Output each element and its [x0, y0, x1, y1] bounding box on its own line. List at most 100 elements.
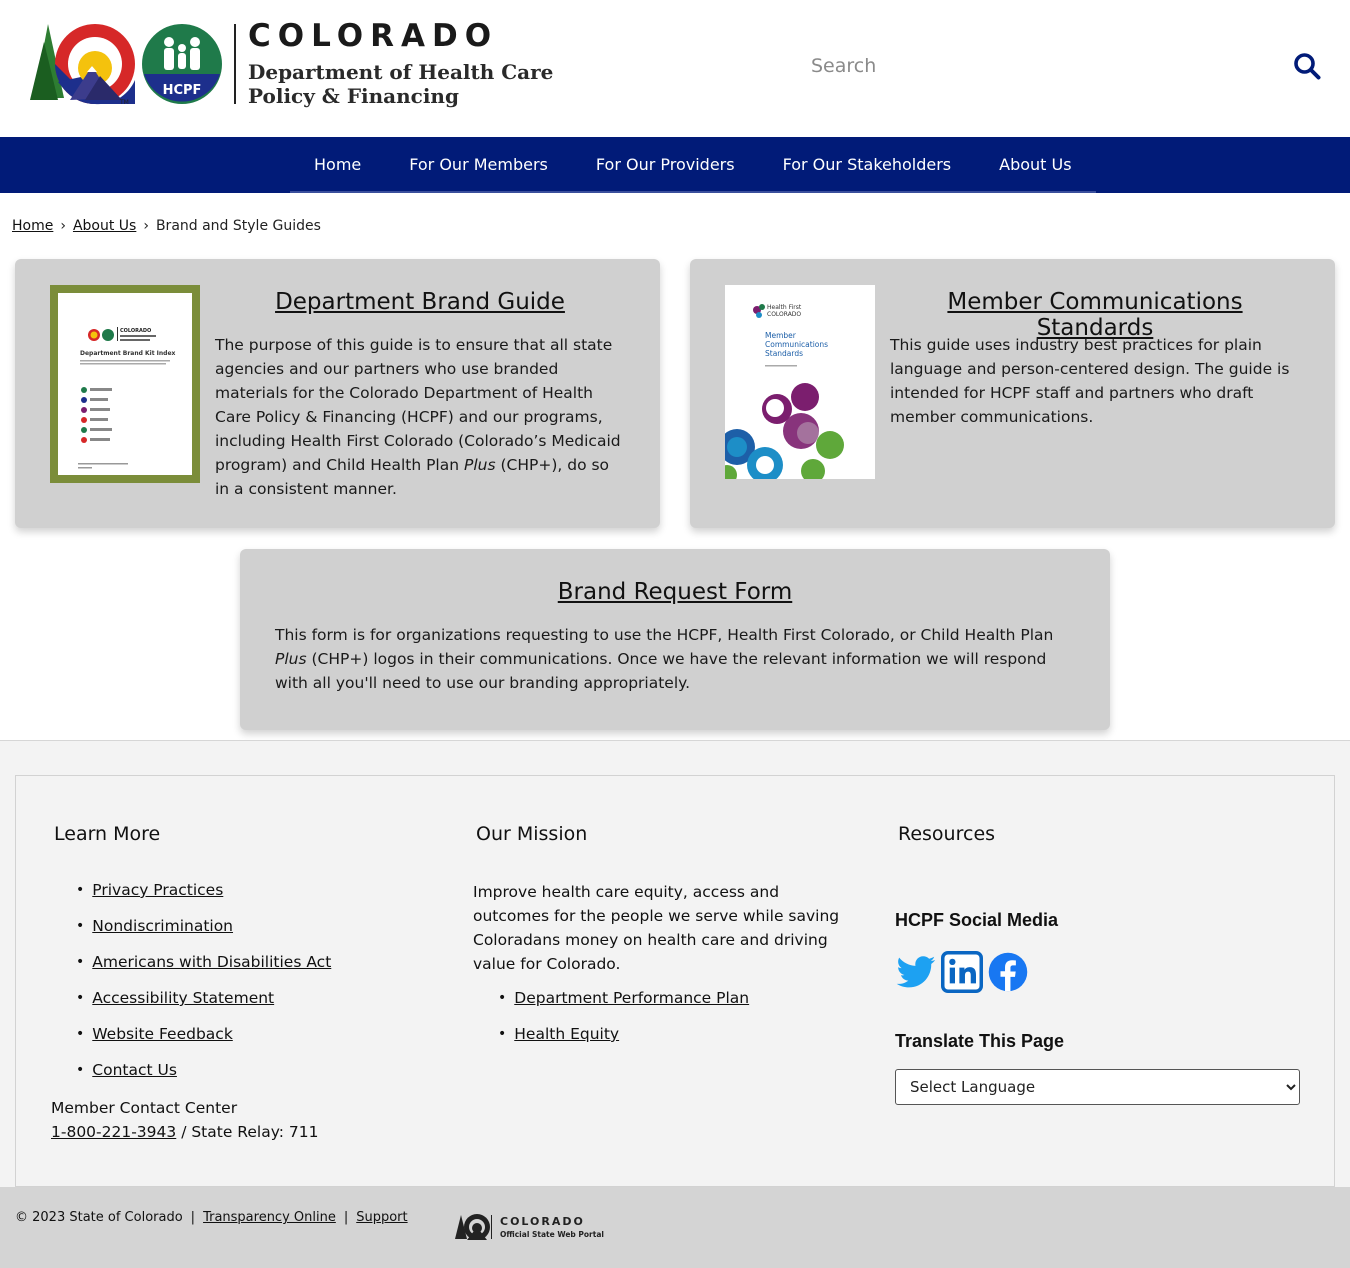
logo-divider [234, 24, 236, 104]
language-select[interactable]: Select Language [895, 1069, 1300, 1105]
brand-guide-text-part: The purpose of this guide is to ensure t… [215, 336, 621, 474]
svg-text:COLORADO: COLORADO [767, 311, 801, 318]
list-item: • Accessibility Statement [76, 980, 331, 1016]
nav-for-our-stakeholders[interactable]: For Our Stakeholders [759, 137, 976, 191]
ada-link[interactable]: Americans with Disabilities Act [92, 944, 331, 980]
support-link[interactable]: Support [356, 1210, 407, 1225]
brand-guide-description: The purpose of this guide is to ensure t… [215, 333, 625, 501]
contact-phone-link[interactable]: 1-800-221-3943 [51, 1123, 176, 1141]
brand-guide-thumbnail[interactable]: COLORADO Department Brand Kit Index [50, 285, 200, 483]
svg-text:TM: TM [119, 99, 129, 106]
search-input[interactable] [796, 44, 1276, 88]
site-header: TM HCPF COLORADO Department of Health Ca… [0, 0, 1350, 137]
search-button[interactable] [1290, 50, 1324, 84]
bullet: • [76, 1062, 85, 1078]
mission-statement: Improve health care equity, access and o… [473, 883, 840, 973]
breadcrumb-current: Brand and Style Guides [155, 218, 321, 234]
brand-request-text-italic: Plus [275, 650, 307, 668]
list-item: • Contact Us [76, 1052, 331, 1088]
hcpf-logo-icon: HCPF [142, 24, 222, 104]
our-mission-heading: Our Mission [476, 823, 588, 845]
resources-heading: Resources [898, 823, 996, 845]
state-relay-text: / State Relay: 711 [176, 1123, 319, 1141]
member-comms-description: This guide uses industry best practices … [890, 336, 1290, 426]
brand-request-text-part: (CHP+) logos in their communications. On… [275, 650, 1047, 692]
nondiscrimination-link[interactable]: Nondiscrimination [92, 908, 233, 944]
colorado-portal-logo[interactable]: COLORADO Official State Web Portal [455, 1211, 604, 1243]
copyright-line: © 2023 State of Colorado | Transparency … [15, 1210, 408, 1225]
bullet: • [76, 990, 85, 1006]
separator: | [190, 1210, 196, 1225]
linkedin-icon[interactable] [941, 951, 983, 993]
breadcrumb-about-us[interactable]: About Us [73, 218, 136, 234]
member-comms-thumbnail[interactable]: Health First COLORADO Member Communicati… [725, 285, 875, 479]
member-comms-card: Health First COLORADO Member Communicati… [690, 259, 1335, 528]
twitter-icon[interactable] [895, 951, 937, 993]
breadcrumb: Home › About Us › Brand and Style Guides [12, 218, 321, 234]
main-nav: Home For Our Members For Our Providers F… [0, 137, 1350, 193]
search-icon [1294, 52, 1321, 79]
member-contact-center: Member Contact Center 1-800-221-3943 / S… [51, 1096, 319, 1144]
transparency-online-link[interactable]: Transparency Online [203, 1210, 336, 1225]
logo-department-name: Department of Health Care Policy & Finan… [248, 60, 554, 108]
website-feedback-link[interactable]: Website Feedback [92, 1016, 233, 1052]
brand-guide-text-italic: Plus [463, 456, 496, 474]
brand-request-title-link[interactable]: Brand Request Form [240, 579, 1110, 605]
nav-about-us[interactable]: About Us [975, 137, 1095, 191]
footer-bottom-bar: © 2023 State of Colorado | Transparency … [0, 1187, 1350, 1268]
bullet: • [76, 1026, 85, 1042]
chevron-right-icon: › [60, 218, 66, 234]
list-item: • Nondiscrimination [76, 908, 331, 944]
contact-phone-line: 1-800-221-3943 / State Relay: 711 [51, 1120, 319, 1144]
bullet: • [498, 990, 507, 1006]
nav-home[interactable]: Home [290, 137, 385, 191]
brand-guide-card: COLORADO Department Brand Kit Index Depa… [15, 259, 660, 528]
bullet: • [76, 882, 85, 898]
bullet: • [498, 1026, 507, 1042]
bullet: • [76, 954, 85, 970]
translate-heading: Translate This Page [895, 1031, 1065, 1051]
contact-label: Member Contact Center [51, 1099, 238, 1117]
list-item: • Americans with Disabilities Act [76, 944, 331, 980]
portal-title: COLORADO [500, 1215, 585, 1228]
accessibility-statement-link[interactable]: Accessibility Statement [92, 980, 274, 1016]
social-media-heading: HCPF Social Media [895, 910, 1059, 930]
brand-guide-title-link[interactable]: Department Brand Guide [215, 289, 625, 315]
contact-us-link[interactable]: Contact Us [92, 1052, 177, 1088]
nav-for-our-members[interactable]: For Our Members [385, 137, 572, 191]
list-item: • Health Equity [498, 1016, 749, 1052]
brand-request-text-part: This form is for organizations requestin… [275, 626, 1054, 644]
search-bar [796, 44, 1336, 88]
brand-request-description: This form is for organizations requestin… [275, 623, 1075, 695]
hcpf-badge-text: HCPF [163, 83, 202, 98]
brand-guide-cover-image: COLORADO Department Brand Kit Index [78, 327, 176, 469]
member-comms-cover-title: Member Communications Standards [765, 331, 829, 358]
portal-subtitle: Official State Web Portal [500, 1230, 604, 1239]
breadcrumb-home[interactable]: Home [12, 218, 53, 234]
nav-for-our-providers[interactable]: For Our Providers [572, 137, 759, 191]
logo-state-name: COLORADO [248, 18, 499, 54]
separator: | [343, 1210, 349, 1225]
list-item: • Department Performance Plan [498, 980, 749, 1016]
privacy-practices-link[interactable]: Privacy Practices [92, 872, 223, 908]
svg-text:Health First: Health First [767, 304, 802, 311]
colorado-portal-logo-icon [455, 1214, 492, 1240]
main-nav-list: Home For Our Members For Our Providers F… [290, 137, 1096, 193]
colorado-state-logo-icon: TM [30, 24, 135, 106]
facebook-icon[interactable] [987, 951, 1029, 993]
performance-plan-link[interactable]: Department Performance Plan [514, 980, 749, 1016]
learn-more-heading: Learn More [54, 823, 161, 845]
social-media-links [895, 951, 1029, 993]
svg-text:COLORADO: COLORADO [120, 328, 151, 334]
brand-request-card: Brand Request Form This form is for orga… [240, 549, 1110, 730]
chevron-right-icon: › [143, 218, 149, 234]
health-equity-link[interactable]: Health Equity [514, 1016, 619, 1052]
site-logo[interactable]: TM HCPF COLORADO Department of Health Ca… [30, 18, 553, 115]
member-comms-cover-image: Health First COLORADO Member Communicati… [725, 304, 844, 479]
brand-guide-cover-title: Department Brand Kit Index [80, 350, 176, 357]
bullet: • [76, 918, 85, 934]
list-item: • Website Feedback [76, 1016, 331, 1052]
learn-more-list: • Privacy Practices • Nondiscrimination • A… [76, 872, 331, 1088]
list-item: • Privacy Practices [76, 872, 331, 908]
mission-links-list: • Department Performance Plan • Health Equ… [498, 980, 749, 1052]
